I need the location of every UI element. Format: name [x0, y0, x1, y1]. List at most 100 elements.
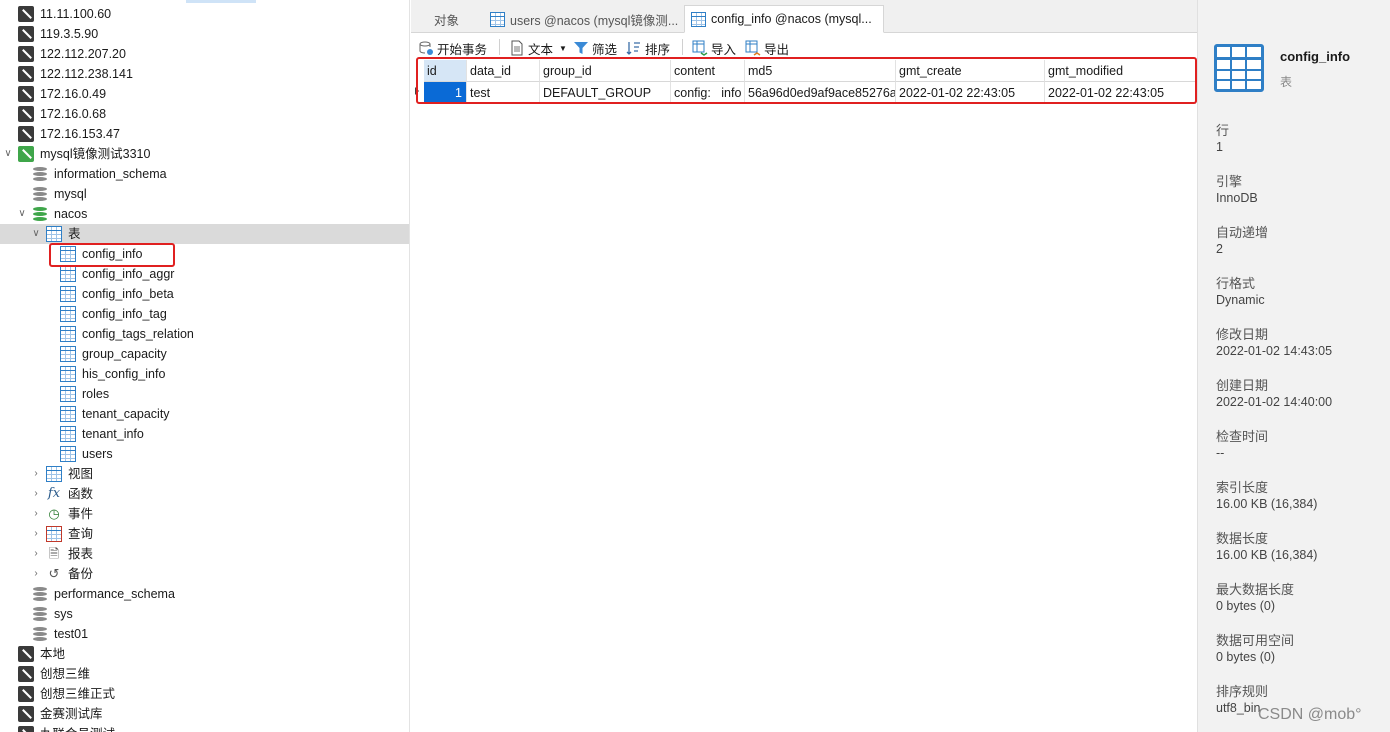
- connection-item-open[interactable]: ∨ mysql镜像测试3310: [0, 144, 409, 164]
- column-header-id[interactable]: id: [424, 60, 467, 82]
- table-icon: [60, 346, 76, 362]
- table-item[interactable]: config_info_aggr: [0, 264, 409, 284]
- table-item-config-info[interactable]: config_info: [0, 244, 409, 264]
- table-label: roles: [82, 387, 110, 401]
- table-item[interactable]: group_capacity: [0, 344, 409, 364]
- export-button[interactable]: 导出: [745, 38, 789, 58]
- tree-group-reports[interactable]: › 🗎 报表: [0, 544, 409, 564]
- current-row-indicator: [415, 87, 419, 95]
- database-label: information_schema: [54, 167, 167, 181]
- table-item[interactable]: tenant_capacity: [0, 404, 409, 424]
- table-cell-data-id[interactable]: test: [467, 82, 540, 104]
- tree-group-functions[interactable]: › fx 函数: [0, 484, 409, 504]
- import-button[interactable]: 导入: [692, 38, 736, 58]
- table-item[interactable]: his_config_info: [0, 364, 409, 384]
- connection-icon: [18, 126, 34, 142]
- property-value: 1: [1216, 140, 1223, 154]
- table-item[interactable]: tenant_info: [0, 424, 409, 444]
- report-icon: 🗎: [48, 546, 60, 561]
- column-header-group-id[interactable]: group_id: [540, 60, 671, 82]
- table-cell-group-id[interactable]: DEFAULT_GROUP: [540, 82, 671, 104]
- sort-button[interactable]: 排序: [626, 38, 670, 58]
- tree-group-events[interactable]: › ◷ 事件: [0, 504, 409, 524]
- database-item[interactable]: mysql: [0, 184, 409, 204]
- database-label: sys: [54, 607, 73, 621]
- filter-icon: [573, 40, 589, 56]
- table-cell-id[interactable]: 1: [424, 82, 467, 104]
- tree-group-label: 视图: [68, 467, 94, 481]
- connection-icon: [18, 666, 34, 682]
- connection-icon: [18, 646, 34, 662]
- filter-button[interactable]: 筛选: [573, 38, 617, 58]
- import-label: 导入: [711, 42, 737, 57]
- property-value: utf8_bin: [1216, 701, 1261, 715]
- connection-label: 创想三维正式: [40, 687, 116, 701]
- column-header-md5[interactable]: md5: [745, 60, 896, 82]
- chevron-right-icon[interactable]: ›: [31, 469, 41, 479]
- connection-item[interactable]: 本地: [0, 644, 409, 664]
- chevron-down-icon[interactable]: ∨: [17, 209, 27, 219]
- table-cell-gmt-create[interactable]: 2022-01-02 22:43:05: [896, 82, 1045, 104]
- connection-item[interactable]: 金赛测试库: [0, 704, 409, 724]
- database-item[interactable]: sys: [0, 604, 409, 624]
- table-icon: [60, 446, 76, 462]
- column-header-data-id[interactable]: data_id: [467, 60, 540, 82]
- tree-group-backups[interactable]: › ↺ 备份: [0, 564, 409, 584]
- table-item[interactable]: config_tags_relation: [0, 324, 409, 344]
- connection-item[interactable]: 172.16.153.47: [0, 124, 409, 144]
- tab-users[interactable]: users @nacos (mysql镜像测...: [483, 5, 683, 33]
- column-header-gmt-create[interactable]: gmt_create: [896, 60, 1045, 82]
- connection-label: 172.16.153.47: [40, 127, 120, 141]
- table-item[interactable]: roles: [0, 384, 409, 404]
- tree-group-queries[interactable]: › 查询: [0, 524, 409, 544]
- database-item[interactable]: information_schema: [0, 164, 409, 184]
- chevron-down-icon[interactable]: ∨: [31, 229, 41, 239]
- chevron-right-icon[interactable]: ›: [31, 489, 41, 499]
- table-cell-gmt-modified[interactable]: 2022-01-02 22:43:05: [1045, 82, 1196, 104]
- connection-item[interactable]: 119.3.5.90: [0, 24, 409, 44]
- chevron-right-icon[interactable]: ›: [31, 509, 41, 519]
- connection-item[interactable]: 172.16.0.49: [0, 84, 409, 104]
- connection-item[interactable]: 11.11.100.60: [0, 4, 409, 24]
- table-item[interactable]: config_info_tag: [0, 304, 409, 324]
- connection-item[interactable]: 172.16.0.68: [0, 104, 409, 124]
- table-cell-content[interactable]: config: info: [671, 82, 745, 104]
- table-item[interactable]: config_info_beta: [0, 284, 409, 304]
- property-label: 修改日期: [1216, 327, 1269, 342]
- chevron-right-icon[interactable]: ›: [31, 549, 41, 559]
- connection-label: 本地: [40, 647, 66, 661]
- filter-label: 筛选: [592, 42, 618, 57]
- property-label: 索引长度: [1216, 480, 1269, 495]
- begin-transaction-button[interactable]: 开始事务: [418, 38, 487, 58]
- connection-item[interactable]: 创想三维正式: [0, 684, 409, 704]
- column-header-gmt-modified[interactable]: gmt_modified: [1045, 60, 1196, 82]
- transaction-icon: [418, 40, 434, 56]
- connection-icon: [18, 66, 34, 82]
- database-item-open[interactable]: ∨ nacos: [0, 204, 409, 224]
- tables-group[interactable]: ∨ 表: [0, 224, 409, 244]
- connection-item[interactable]: 九联会员测试: [0, 724, 409, 732]
- tree-group-views[interactable]: › 视图: [0, 464, 409, 484]
- chevron-right-icon[interactable]: ›: [31, 569, 41, 579]
- database-item[interactable]: test01: [0, 624, 409, 644]
- tab-bar: 对象 users @nacos (mysql镜像测... config_info…: [411, 0, 1197, 33]
- chevron-down-icon[interactable]: ∨: [3, 149, 13, 159]
- toolbar: 开始事务 文本 ▼ 筛选 排序 导入 导出: [411, 34, 1197, 60]
- column-header-content[interactable]: content: [671, 60, 745, 82]
- tab-config-info[interactable]: config_info @nacos (mysql...: [684, 5, 884, 33]
- connection-label: 172.16.0.68: [40, 107, 107, 121]
- caret-down-icon: ▼: [559, 43, 567, 53]
- connection-item[interactable]: 122.112.238.141: [0, 64, 409, 84]
- text-view-button[interactable]: 文本 ▼: [509, 38, 567, 58]
- connection-item[interactable]: 122.112.207.20: [0, 44, 409, 64]
- table-cell-md5[interactable]: 56a96d0ed9af9ace85276a: [745, 82, 896, 104]
- backup-icon: ↺: [48, 566, 60, 581]
- connection-icon: [18, 86, 34, 102]
- connection-item[interactable]: 创想三维: [0, 664, 409, 684]
- table-item[interactable]: users: [0, 444, 409, 464]
- chevron-right-icon[interactable]: ›: [31, 529, 41, 539]
- property-value: 16.00 KB (16,384): [1216, 548, 1318, 562]
- database-item[interactable]: performance_schema: [0, 584, 409, 604]
- database-active-icon: [33, 206, 47, 222]
- connection-icon: [18, 26, 34, 42]
